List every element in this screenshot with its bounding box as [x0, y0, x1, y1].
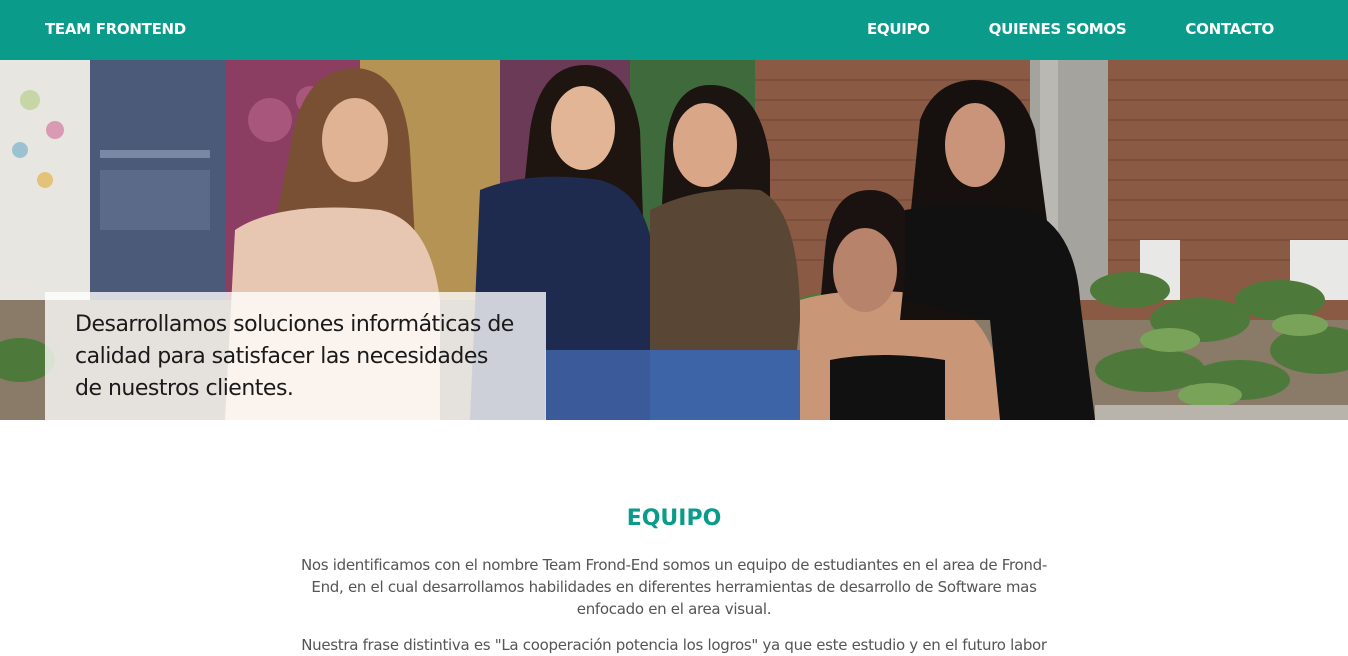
equipo-section: EQUIPO Nos identificamos con el nombre T… [0, 420, 1348, 654]
equipo-description: Nos identificamos con el nombre Team Fro… [301, 556, 1047, 618]
main-nav: EQUIPO QUIENES SOMOS CONTACTO [808, 20, 1274, 38]
nav-link-contacto[interactable]: CONTACTO [1185, 20, 1274, 38]
top-navbar: TEAM FRONTEND EQUIPO QUIENES SOMOS CONTA… [0, 0, 1348, 60]
hero-banner: Desarrollamos soluciones informáticas de… [0, 60, 1348, 420]
equipo-motto-paragraph: Nuestra frase distintiva es "La cooperac… [301, 636, 1047, 654]
brand-logo-link[interactable]: TEAM FRONTEND [45, 20, 186, 38]
nav-link-quienes-somos[interactable]: QUIENES SOMOS [989, 20, 1127, 38]
equipo-heading: EQUIPO [626, 506, 722, 531]
nav-link-equipo[interactable]: EQUIPO [867, 20, 930, 38]
hero-caption-text: Desarrollamos soluciones informáticas de… [75, 312, 514, 401]
hero-caption-box: Desarrollamos soluciones informáticas de… [45, 292, 546, 420]
